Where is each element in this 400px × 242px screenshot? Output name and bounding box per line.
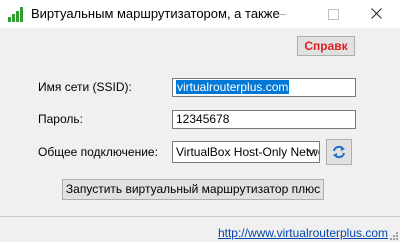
help-button[interactable]: Справк [297, 36, 355, 56]
close-button[interactable] [354, 0, 400, 28]
ssid-value: virtualrouterplus.com [176, 80, 290, 94]
minimize-icon [276, 14, 286, 15]
ssid-label: Имя сети (SSID): [38, 80, 132, 94]
chevron-down-icon [307, 149, 316, 155]
password-value: 12345678 [176, 112, 230, 126]
antenna-app-icon [7, 5, 25, 23]
title-bar: Виртуальным маршрутизатором, а также [0, 0, 400, 28]
start-router-button[interactable]: Запустить виртуальный маршрутизатор плюс [62, 179, 324, 200]
window-title: Виртуальным маршрутизатором, а также [31, 6, 280, 21]
dialog-body: Справк Имя сети (SSID): virtualrouterplu… [0, 28, 400, 242]
ssid-field[interactable]: virtualrouterplus.com [172, 78, 356, 97]
refresh-icon [333, 145, 345, 159]
close-icon [371, 8, 382, 19]
refresh-button[interactable] [326, 139, 352, 165]
minimize-button[interactable] [258, 0, 304, 28]
shared-connection-value: VirtualBox Host-Only Network [176, 145, 320, 159]
shared-connection-select[interactable]: VirtualBox Host-Only Network [172, 141, 320, 163]
password-field[interactable]: 12345678 [172, 110, 356, 129]
website-link[interactable]: http://www.virtualrouterplus.com [218, 226, 388, 240]
maximize-icon [328, 9, 339, 20]
maximize-button[interactable] [310, 0, 356, 28]
password-label: Пароль: [38, 112, 83, 126]
footer-divider [0, 216, 400, 217]
resize-grip-icon[interactable] [389, 231, 399, 241]
shared-connection-label: Общее подключение: [38, 145, 158, 159]
